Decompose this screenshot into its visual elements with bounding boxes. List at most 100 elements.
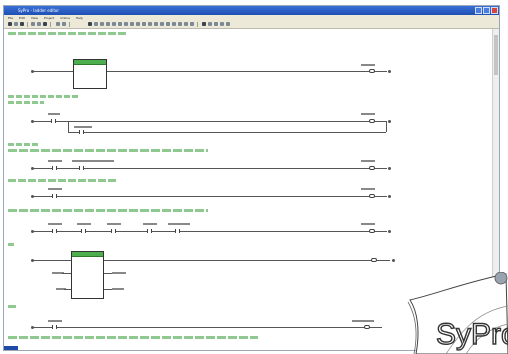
contact-label <box>48 320 62 322</box>
rung-comment <box>8 143 38 146</box>
ladder-tool-icon[interactable] <box>154 22 158 26</box>
output-coil[interactable] <box>369 69 375 73</box>
window-controls <box>475 7 498 14</box>
status-indicator <box>4 346 18 350</box>
ladder-tool-icon[interactable] <box>178 22 182 26</box>
rung-end-node <box>388 230 391 233</box>
contact[interactable] <box>81 229 86 233</box>
ladder-tool-icon[interactable] <box>124 22 128 26</box>
ladder-tool-icon[interactable] <box>160 22 164 26</box>
syp-logo-icon: SyPro <box>407 272 508 354</box>
block-output-wire <box>104 273 112 274</box>
ladder-tool-icon[interactable] <box>214 22 218 26</box>
close-button[interactable] <box>491 7 498 14</box>
ladder-tool-icon[interactable] <box>148 22 152 26</box>
contact[interactable] <box>79 130 84 134</box>
rung-comment <box>8 149 208 152</box>
contact[interactable] <box>52 325 57 329</box>
cut-icon[interactable] <box>31 22 35 26</box>
contact[interactable] <box>175 229 180 233</box>
maximize-button[interactable] <box>483 7 490 14</box>
zoom-icon[interactable] <box>202 22 206 26</box>
contact-label <box>107 223 121 225</box>
new-icon[interactable] <box>8 22 12 26</box>
function-block[interactable] <box>73 59 107 89</box>
rung-end-node <box>392 259 395 262</box>
contact-label <box>77 223 91 225</box>
ladder-branch-icon[interactable] <box>100 22 104 26</box>
ladder-tool-icon[interactable] <box>112 22 116 26</box>
ladder-tool-icon[interactable] <box>208 22 212 26</box>
ladder-tool-icon[interactable] <box>142 22 146 26</box>
rung-comment <box>8 305 16 308</box>
toolbar-separator <box>69 22 70 27</box>
branch-wire <box>386 121 387 132</box>
branch-wire <box>68 132 386 133</box>
rung-end-node <box>388 70 391 73</box>
contact[interactable] <box>52 166 57 170</box>
ladder-tool-icon[interactable] <box>226 22 230 26</box>
contact[interactable] <box>51 119 56 123</box>
coil-label <box>361 223 375 225</box>
rung-comment <box>8 209 208 212</box>
coil-label <box>361 113 375 115</box>
ladder-coil-icon[interactable] <box>94 22 98 26</box>
block-output-wire <box>104 289 112 290</box>
rung-end-node <box>388 167 391 170</box>
undo-icon[interactable] <box>56 22 60 26</box>
contact-label <box>48 160 62 162</box>
block-input-wire <box>62 273 71 274</box>
contact[interactable] <box>52 194 57 198</box>
copy-icon[interactable] <box>37 22 41 26</box>
block-input-wire <box>64 289 71 290</box>
function-block-header <box>74 60 106 65</box>
rung-wire <box>34 231 387 232</box>
ladder-tool-icon[interactable] <box>166 22 170 26</box>
minimize-button[interactable] <box>475 7 482 14</box>
ladder-tool-icon[interactable] <box>172 22 176 26</box>
paste-icon[interactable] <box>43 22 47 26</box>
rung-wire <box>34 168 387 169</box>
coil-label <box>361 160 375 162</box>
output-coil[interactable] <box>369 119 375 123</box>
ladder-tool-icon[interactable] <box>190 22 194 26</box>
rung-comment <box>8 243 14 246</box>
output-coil[interactable] <box>369 166 375 170</box>
ladder-tool-icon[interactable] <box>118 22 122 26</box>
scrollbar-thumb[interactable] <box>494 35 498 75</box>
contact[interactable] <box>147 229 152 233</box>
output-coil[interactable] <box>364 325 370 329</box>
toolbar-separator <box>27 22 28 27</box>
ladder-contact-icon[interactable] <box>88 22 92 26</box>
contact-label <box>74 126 92 128</box>
output-coil[interactable] <box>371 258 377 262</box>
save-icon[interactable] <box>20 22 24 26</box>
function-block-header <box>72 252 103 257</box>
block-output-label <box>112 272 126 274</box>
contact-label <box>48 188 62 190</box>
contact-label <box>143 223 157 225</box>
contact[interactable] <box>111 229 116 233</box>
contact-label <box>72 160 114 162</box>
contact[interactable] <box>79 166 84 170</box>
ladder-tool-icon[interactable] <box>220 22 224 26</box>
rung-comment <box>8 95 78 98</box>
logo-text: SyPro <box>436 318 508 351</box>
open-icon[interactable] <box>14 22 18 26</box>
rung-comment <box>8 336 258 339</box>
ladder-block-icon[interactable] <box>106 22 110 26</box>
rung-comment <box>8 179 118 182</box>
ladder-tool-icon[interactable] <box>184 22 188 26</box>
contact[interactable] <box>52 229 57 233</box>
contact-label <box>168 223 190 225</box>
function-block[interactable] <box>71 251 104 299</box>
rung-comment <box>8 101 44 104</box>
ladder-tool-icon[interactable] <box>136 22 140 26</box>
ladder-tool-icon[interactable] <box>130 22 134 26</box>
toolbar-separator <box>50 22 51 27</box>
coil-label <box>361 64 375 66</box>
redo-icon[interactable] <box>62 22 66 26</box>
title-bar: SyPro - ladder editor <box>4 6 499 15</box>
output-coil[interactable] <box>369 194 375 198</box>
output-coil[interactable] <box>369 229 375 233</box>
